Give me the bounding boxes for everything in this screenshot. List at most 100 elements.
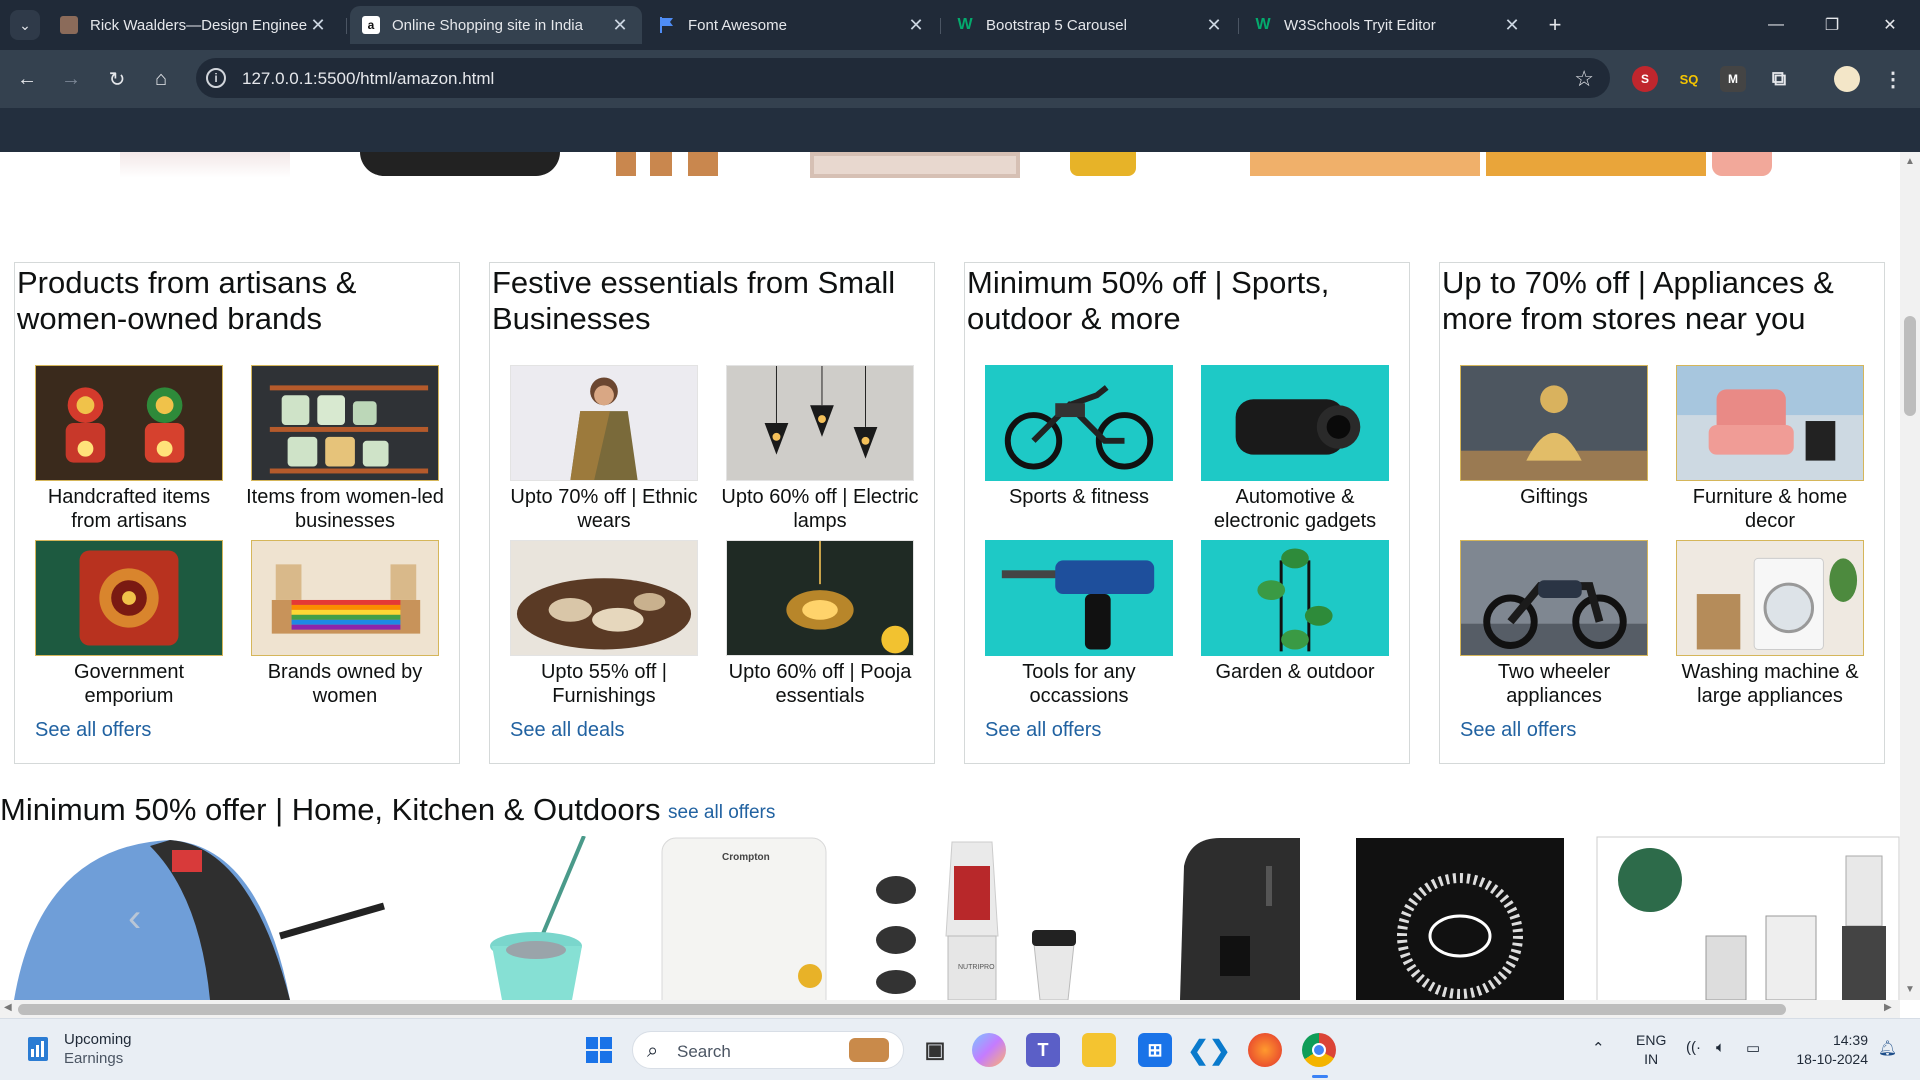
tab-rick-waalders[interactable]: Rick Waalders—Design Enginee ✕: [48, 6, 340, 44]
scroll-up-icon[interactable]: ▲: [1904, 156, 1916, 167]
address-bar[interactable]: i 127.0.0.1:5500/html/amazon.html ☆: [196, 58, 1610, 98]
carousel-item[interactable]: NUTRIPRO: [868, 836, 1098, 1000]
tile-label[interactable]: Washing machine & large appliances: [1670, 660, 1870, 708]
tile-brands-women[interactable]: Brands owned by women: [251, 540, 439, 708]
tile-washing-machine[interactable]: Washing machine & large appliances: [1676, 540, 1864, 708]
firefox-icon[interactable]: [1248, 1033, 1282, 1067]
pink-armchair-image[interactable]: [1676, 365, 1864, 481]
carousel-item[interactable]: Crompton: [660, 836, 830, 1000]
vertical-scroll-thumb[interactable]: [1904, 316, 1916, 416]
tile-women-led[interactable]: Items from women-led businesses: [246, 365, 444, 533]
tab-online-shopping[interactable]: a Online Shopping site in India ✕: [350, 6, 642, 44]
home-icon[interactable]: ⌂: [146, 64, 176, 94]
scroll-right-icon[interactable]: ▶: [1884, 1002, 1892, 1013]
horizontal-scroll-thumb[interactable]: [18, 1004, 1786, 1015]
reload-icon[interactable]: ↻: [102, 64, 132, 94]
tile-two-wheeler[interactable]: Two wheeler appliances: [1460, 540, 1648, 708]
stocks-widget-icon[interactable]: [26, 1035, 50, 1063]
scroll-left-icon[interactable]: ◀: [4, 1002, 12, 1013]
tab-search-chevron-icon[interactable]: ⌄: [10, 10, 40, 40]
tile-label[interactable]: Items from women-led businesses: [245, 485, 445, 533]
bookmark-star-icon[interactable]: ☆: [1574, 66, 1594, 92]
tile-sports-fitness[interactable]: Sports & fitness: [985, 365, 1173, 509]
washing-machine-image[interactable]: [1676, 540, 1864, 656]
task-view-icon[interactable]: ▣: [918, 1033, 952, 1067]
back-arrow-icon[interactable]: ←: [12, 64, 42, 94]
tile-automotive[interactable]: Automotive & electronic gadgets: [1201, 365, 1389, 533]
battery-icon[interactable]: ▭: [1746, 1039, 1760, 1057]
tile-label[interactable]: Sports & fitness: [979, 485, 1179, 509]
address-url[interactable]: 127.0.0.1:5500/html/amazon.html: [242, 69, 494, 89]
product-image[interactable]: [688, 152, 718, 176]
electric-bicycle-image[interactable]: [985, 365, 1173, 481]
extensions-puzzle-icon[interactable]: ⧉: [1766, 66, 1792, 92]
carousel-item[interactable]: ‹: [0, 836, 390, 1000]
see-all-link[interactable]: See all offers: [985, 719, 1101, 742]
product-image[interactable]: [1486, 152, 1706, 176]
product-image[interactable]: [120, 152, 290, 178]
close-icon[interactable]: ✕: [1502, 15, 1522, 36]
tab-bootstrap-carousel[interactable]: W Bootstrap 5 Carousel ✕: [944, 6, 1236, 44]
tile-label[interactable]: Brands owned by women: [245, 660, 445, 708]
tile-furnishings[interactable]: Upto 55% off | Furnishings: [510, 540, 698, 708]
show-hidden-icons-chevron-icon[interactable]: ⌃: [1592, 1039, 1605, 1057]
scroll-down-icon[interactable]: ▼: [1904, 984, 1916, 995]
saree-model-image[interactable]: [510, 365, 698, 481]
induction-cooktop-image[interactable]: [1354, 836, 1566, 1000]
mixer-grinder-set-image[interactable]: [1596, 836, 1900, 1000]
close-icon[interactable]: ✕: [906, 15, 926, 36]
extension-sq-icon[interactable]: SQ: [1676, 66, 1702, 92]
copilot-icon[interactable]: [972, 1033, 1006, 1067]
tile-electric-lamps[interactable]: Upto 60% off | Electric lamps: [721, 365, 919, 533]
plant-stand-image[interactable]: [1201, 540, 1389, 656]
product-image[interactable]: [1712, 152, 1772, 176]
vscode-icon[interactable]: ❮❯: [1187, 1033, 1231, 1067]
see-all-link[interactable]: See all deals: [510, 719, 625, 742]
tile-label[interactable]: Upto 55% off | Furnishings: [504, 660, 704, 708]
tile-furniture[interactable]: Furniture & home decor: [1676, 365, 1864, 533]
rainbow-table-runner-image[interactable]: [251, 540, 439, 656]
spin-mop-bucket-image[interactable]: [462, 836, 622, 1000]
tile-label[interactable]: Upto 60% off | Pooja essentials: [720, 660, 920, 708]
tile-label[interactable]: Giftings: [1454, 485, 1654, 509]
tile-label[interactable]: Upto 70% off | Ethnic wears: [504, 485, 704, 533]
extension-m-icon[interactable]: M: [1720, 66, 1746, 92]
tile-label[interactable]: Government emporium: [29, 660, 229, 708]
tile-label[interactable]: Tools for any occassions: [979, 660, 1179, 708]
forward-arrow-icon[interactable]: →: [56, 64, 86, 94]
chrome-icon[interactable]: [1302, 1033, 1336, 1067]
microsoft-store-icon[interactable]: ⊞: [1138, 1033, 1172, 1067]
embroidered-cushion-image[interactable]: [35, 540, 223, 656]
widget-subtitle[interactable]: Earnings: [64, 1050, 123, 1067]
close-icon[interactable]: ✕: [610, 15, 630, 36]
tab-w3schools-tryit[interactable]: W W3Schools Tryit Editor ✕: [1242, 6, 1534, 44]
carousel-prev-chevron-icon[interactable]: ‹: [128, 896, 158, 940]
window-close-icon[interactable]: ✕: [1870, 10, 1910, 40]
tile-label[interactable]: Two wheeler appliances: [1454, 660, 1654, 708]
minimize-icon[interactable]: —: [1756, 10, 1796, 40]
carousel-item[interactable]: [462, 836, 622, 1000]
motorcycle-image[interactable]: [1460, 540, 1648, 656]
storage-jars-shelf-image[interactable]: [251, 365, 439, 481]
new-tab-plus-icon[interactable]: +: [1542, 12, 1568, 38]
tile-label[interactable]: Handcrafted items from artisans: [29, 485, 229, 533]
brass-lantern-image[interactable]: [726, 540, 914, 656]
tile-label[interactable]: Automotive & electronic gadgets: [1195, 485, 1395, 533]
volume-icon[interactable]: 🔈︎: [1716, 1039, 1725, 1056]
tile-handcrafted[interactable]: Handcrafted items from artisans: [35, 365, 223, 533]
product-image[interactable]: [360, 152, 560, 176]
more-menu-icon[interactable]: ⋮: [1880, 66, 1906, 92]
windows-start-icon[interactable]: [582, 1033, 616, 1067]
shaggy-rug-image[interactable]: [510, 540, 698, 656]
site-info-icon[interactable]: i: [206, 68, 226, 88]
close-icon[interactable]: ✕: [1204, 15, 1224, 36]
carousel-item[interactable]: [1596, 836, 1900, 1000]
carousel-item[interactable]: [1354, 836, 1566, 1000]
extension-s-icon[interactable]: S: [1632, 66, 1658, 92]
nutripro-blender-image[interactable]: [868, 836, 1098, 1000]
close-icon[interactable]: ✕: [308, 15, 328, 36]
product-image[interactable]: [616, 152, 636, 176]
widget-title[interactable]: Upcoming: [64, 1031, 132, 1048]
notification-bell-icon[interactable]: 🔔︎: [1878, 1039, 1897, 1057]
horizontal-scrollbar[interactable]: ◀ ▶: [0, 1000, 1900, 1018]
